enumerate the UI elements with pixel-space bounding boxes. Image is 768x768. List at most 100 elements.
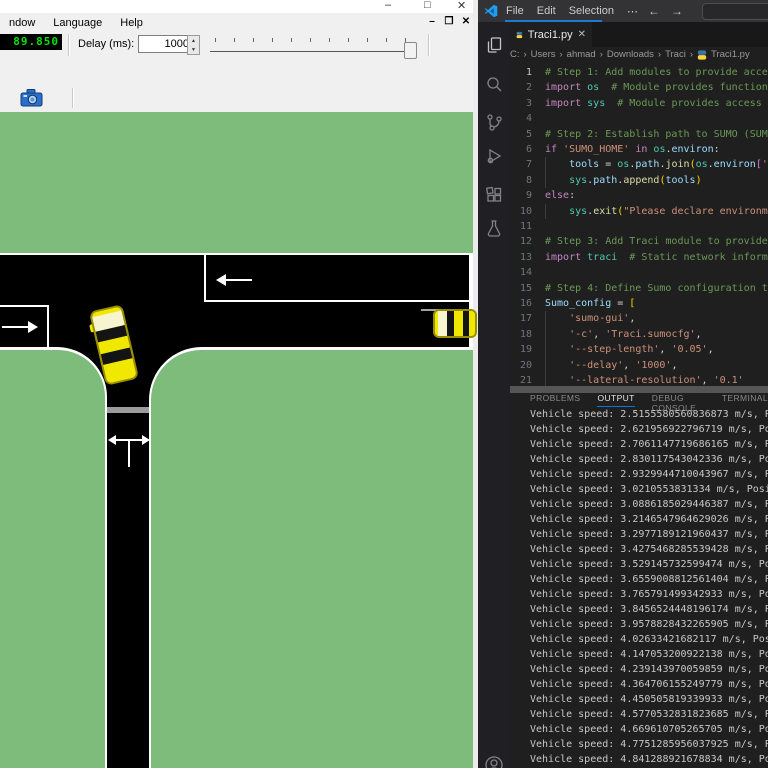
code-line-14[interactable]: 14 bbox=[510, 265, 768, 280]
breadcrumb-item[interactable]: Users bbox=[531, 49, 556, 60]
code-line-15[interactable]: 15# Step 4: Define Sumo configuration to bbox=[510, 281, 768, 296]
slider-handle[interactable] bbox=[404, 42, 417, 59]
line-number: 18 bbox=[510, 327, 532, 342]
breadcrumb-item[interactable]: Traci bbox=[665, 49, 686, 60]
speed-slider[interactable] bbox=[205, 34, 427, 60]
mdi-minimize-icon[interactable]: – bbox=[425, 15, 439, 29]
code-line-3[interactable]: 3import sys # Module provides access t bbox=[510, 96, 768, 111]
menu-item-ndow[interactable]: ndow bbox=[0, 17, 44, 29]
nav-back-icon[interactable]: ← bbox=[648, 4, 660, 18]
source-control-icon[interactable] bbox=[484, 112, 504, 132]
vehicle-eastbound[interactable] bbox=[433, 309, 477, 338]
breadcrumb-item[interactable]: ahmad bbox=[567, 49, 596, 60]
explorer-icon[interactable] bbox=[484, 35, 504, 55]
command-center-search[interactable] bbox=[702, 3, 768, 20]
panel-tab-debug-console[interactable]: DEBUG CONSOLE bbox=[652, 393, 705, 407]
line-number: 7 bbox=[510, 157, 532, 172]
window-close-icon[interactable]: ✕ bbox=[457, 0, 466, 12]
sumo-toolbar-2 bbox=[0, 84, 478, 113]
code-token: '0.05' bbox=[671, 342, 707, 357]
code-line-10[interactable]: 10 sys.exit("Please declare environme bbox=[510, 204, 768, 219]
spin-down-icon[interactable]: ▼ bbox=[191, 48, 196, 52]
search-icon[interactable] bbox=[484, 74, 504, 94]
code-token: sys bbox=[569, 204, 587, 219]
code-line-1[interactable]: 1# Step 1: Add modules to provide access bbox=[510, 65, 768, 80]
run-debug-icon[interactable] bbox=[484, 146, 504, 166]
code-line-5[interactable]: 5# Step 2: Establish path to SUMO (SUMO bbox=[510, 127, 768, 142]
code-line-7[interactable]: 7 tools = os.path.join(os.environ['S bbox=[510, 157, 768, 172]
spin-up-icon[interactable]: ▲ bbox=[191, 39, 196, 43]
panel-tab-output[interactable]: OUTPUT bbox=[597, 393, 634, 407]
code-line-6[interactable]: 6if 'SUMO_HOME' in os.environ: bbox=[510, 142, 768, 157]
output-line: Vehicle speed: 4.841288921678834 m/s, Po… bbox=[530, 752, 768, 767]
line-number: 10 bbox=[510, 204, 532, 219]
code-token: import bbox=[545, 250, 581, 265]
code-line-11[interactable]: 11 bbox=[510, 219, 768, 234]
slider-track bbox=[210, 51, 415, 52]
road-edge-top bbox=[0, 253, 473, 255]
mdi-buttons: – ❐ ✕ bbox=[425, 15, 473, 29]
breadcrumb-item[interactable]: Traci1.py bbox=[711, 49, 750, 60]
delay-spinner[interactable]: ▲▼ bbox=[187, 35, 200, 55]
delay-input[interactable] bbox=[138, 35, 192, 53]
python-icon bbox=[516, 29, 523, 41]
sumo-outer-titlebar: – □ ✕ bbox=[0, 0, 478, 13]
code-line-9[interactable]: 9else: bbox=[510, 188, 768, 203]
menu-item-language[interactable]: Language bbox=[44, 17, 111, 29]
toolbar-row-empty bbox=[0, 62, 478, 85]
sumo-window: – □ ✕ ndowLanguageHelp – ❐ ✕ 89.850 Dela… bbox=[0, 0, 478, 768]
vscode-menu-selection[interactable]: Selection bbox=[569, 5, 614, 17]
breadcrumb[interactable]: C:›Users›ahmad›Downloads›Traci›Traci1.py bbox=[510, 48, 768, 61]
horizontal-scrollbar[interactable] bbox=[510, 386, 768, 393]
code-line-2[interactable]: 2import os # Module provides functions bbox=[510, 80, 768, 95]
code-line-20[interactable]: 20 '--delay', '1000', bbox=[510, 358, 768, 373]
vscode-menu-⋯[interactable]: ⋯ bbox=[627, 5, 638, 18]
indent-guide bbox=[545, 358, 546, 373]
code-line-18[interactable]: 18 '-c', 'Traci.sumocfg', bbox=[510, 327, 768, 342]
code-line-8[interactable]: 8 sys.path.append(tools) bbox=[510, 173, 768, 188]
testing-icon[interactable] bbox=[484, 218, 504, 238]
toolbar-separator bbox=[428, 34, 430, 56]
code-line-12[interactable]: 12# Step 3: Add Traci module to provide bbox=[510, 234, 768, 249]
output-line: Vehicle speed: 3.8456524448196174 m/s, P… bbox=[530, 602, 768, 617]
sumo-toolbar: 89.850 Delay (ms): ▲▼ bbox=[0, 32, 478, 63]
output-line: Vehicle speed: 3.765791499342933 m/s, Po… bbox=[530, 587, 768, 602]
lane-arrow-turns bbox=[106, 434, 152, 470]
grass-corner-left bbox=[0, 350, 105, 768]
account-icon[interactable] bbox=[484, 755, 504, 768]
code-token: , bbox=[623, 358, 635, 373]
breadcrumb-item[interactable]: C: bbox=[510, 49, 520, 60]
tab-close-icon[interactable]: ✕ bbox=[578, 29, 586, 40]
vscode-menu-file[interactable]: File bbox=[506, 5, 524, 17]
vscode-logo-icon bbox=[484, 4, 498, 18]
tab-traci1-py[interactable]: Traci1.py ✕ bbox=[510, 22, 592, 47]
mdi-restore-icon[interactable]: ❐ bbox=[442, 15, 456, 29]
slider-tick bbox=[291, 38, 292, 42]
window-minimize-icon[interactable]: – bbox=[385, 0, 391, 11]
window-maximize-icon[interactable]: □ bbox=[424, 0, 431, 11]
nav-forward-icon[interactable]: → bbox=[671, 4, 683, 18]
menu-item-help[interactable]: Help bbox=[111, 17, 152, 29]
line-number: 4 bbox=[510, 111, 532, 126]
output-line: Vehicle speed: 4.669610705265705 m/s, Po… bbox=[530, 722, 768, 737]
code-line-21[interactable]: 21 '--lateral-resolution', '0.1' bbox=[510, 373, 768, 386]
grass-corner-right bbox=[151, 350, 473, 768]
code-editor[interactable]: 1# Step 1: Add modules to provide access… bbox=[510, 61, 768, 386]
mdi-close-icon[interactable]: ✕ bbox=[459, 15, 473, 29]
output-log[interactable]: Vehicle speed: 2.5155580560836873 m/s, P… bbox=[530, 407, 768, 768]
slider-tick bbox=[329, 38, 330, 42]
code-line-4[interactable]: 4 bbox=[510, 111, 768, 126]
vscode-menu-edit[interactable]: Edit bbox=[537, 5, 556, 17]
extensions-icon[interactable] bbox=[484, 185, 504, 205]
slider-tick bbox=[310, 38, 311, 42]
code-line-13[interactable]: 13import traci # Static network informa bbox=[510, 250, 768, 265]
breadcrumb-item[interactable]: Downloads bbox=[607, 49, 654, 60]
code-line-19[interactable]: 19 '--step-length', '0.05', bbox=[510, 342, 768, 357]
panel-tab-terminal[interactable]: TERMINAL bbox=[722, 393, 768, 407]
panel-tab-problems[interactable]: PROBLEMS bbox=[530, 393, 580, 407]
code-token: , bbox=[702, 373, 714, 386]
code-line-17[interactable]: 17 'sumo-gui', bbox=[510, 311, 768, 326]
code-line-16[interactable]: 16Sumo_config = [ bbox=[510, 296, 768, 311]
line-number: 8 bbox=[510, 173, 532, 188]
snapshot-button[interactable] bbox=[19, 87, 45, 109]
